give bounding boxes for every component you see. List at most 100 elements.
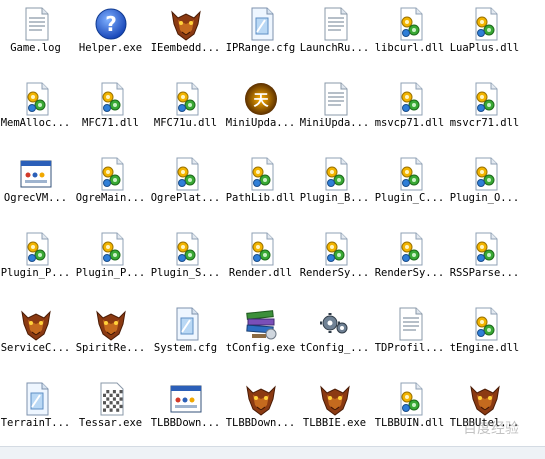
file-item[interactable]: msvcr71.dll xyxy=(447,79,522,154)
file-item[interactable]: TDProfil... xyxy=(372,304,447,379)
file-item[interactable]: Tessar.exe xyxy=(73,379,148,454)
file-item[interactable]: TLBBIE.exe xyxy=(297,379,372,454)
dll-file-icon xyxy=(93,231,129,267)
file-name-label: MFC71u.dll xyxy=(153,117,218,129)
file-item[interactable]: TLBBDown... xyxy=(223,379,298,454)
dragon-head-icon xyxy=(18,306,54,342)
file-icon-grid: Game.log? Helper.exe IEembedd... IPRange.cf… xyxy=(0,0,545,458)
file-name-label: Plugin_P... xyxy=(75,267,146,279)
file-item[interactable]: MiniUpda... xyxy=(297,79,372,154)
file-name-label: MiniUpda... xyxy=(225,117,296,129)
file-name-label: OgrePlat... xyxy=(150,192,221,204)
file-item[interactable]: ServiceC... xyxy=(0,304,73,379)
file-name-label: libcurl.dll xyxy=(374,42,445,54)
file-item[interactable]: LuaPlus.dll xyxy=(447,4,522,79)
dll-file-icon xyxy=(392,156,428,192)
file-item[interactable]: MemAlloc... xyxy=(0,79,73,154)
file-item[interactable]: tConfig.exe xyxy=(223,304,298,379)
file-item[interactable]: MFC71u.dll xyxy=(148,79,223,154)
file-name-label: TLBBUIN.dll xyxy=(374,417,445,429)
file-item[interactable]: RSSParse... xyxy=(447,229,522,304)
file-item[interactable]: tConfig_... xyxy=(297,304,372,379)
file-item[interactable]: PathLib.dll xyxy=(223,154,298,229)
file-item[interactable]: OgreMain... xyxy=(73,154,148,229)
dll-file-icon xyxy=(317,156,353,192)
file-name-label: IEembedd... xyxy=(150,42,221,54)
help-icon: ? xyxy=(93,6,129,42)
dll-file-icon xyxy=(168,81,204,117)
file-item[interactable]: RenderSy... xyxy=(372,229,447,304)
file-name-label: PathLib.dll xyxy=(225,192,296,204)
file-item[interactable]: IPRange.cfg xyxy=(223,4,298,79)
file-item[interactable]: TLBBUtel... xyxy=(447,379,522,454)
text-file-icon xyxy=(392,306,428,342)
file-item[interactable]: tEngine.dll xyxy=(447,304,522,379)
file-item[interactable]: 天 MiniUpda... xyxy=(223,79,298,154)
file-item[interactable]: Render.dll xyxy=(223,229,298,304)
file-name-label: Plugin_P... xyxy=(0,267,71,279)
file-item[interactable]: MFC71.dll xyxy=(73,79,148,154)
file-item[interactable]: Plugin_P... xyxy=(73,229,148,304)
file-item[interactable]: LaunchRu... xyxy=(297,4,372,79)
file-name-label: MFC71.dll xyxy=(82,117,139,129)
dll-file-icon xyxy=(168,156,204,192)
text-file-icon xyxy=(317,6,353,42)
gears-icon xyxy=(317,306,353,342)
file-item[interactable]: TLBBDown... xyxy=(148,379,223,454)
dll-file-icon xyxy=(392,231,428,267)
dll-file-icon xyxy=(93,156,129,192)
tessar-grid-icon xyxy=(93,381,129,417)
dll-file-icon xyxy=(467,231,503,267)
config-file-icon xyxy=(243,6,279,42)
file-name-label: TDProfil... xyxy=(374,342,445,354)
dragon-head-icon xyxy=(168,6,204,42)
file-name-label: Plugin_O... xyxy=(449,192,520,204)
game-logo-icon: 天 xyxy=(243,81,279,117)
dll-file-icon xyxy=(18,81,54,117)
file-name-label: Game.log xyxy=(10,42,61,54)
file-item[interactable]: Plugin_C... xyxy=(372,154,447,229)
file-item[interactable]: OgrecVM... xyxy=(0,154,73,229)
file-name-label: IPRange.cfg xyxy=(225,42,296,54)
horizontal-scrollbar[interactable] xyxy=(0,446,545,459)
svg-text:天: 天 xyxy=(253,91,269,109)
file-name-label: TerrainT... xyxy=(0,417,71,429)
file-name-label: TLBBDown... xyxy=(150,417,221,429)
dll-file-icon xyxy=(392,81,428,117)
file-item[interactable]: Plugin_S... xyxy=(148,229,223,304)
file-item[interactable]: SpiritRe... xyxy=(73,304,148,379)
text-file-icon xyxy=(18,6,54,42)
file-item[interactable]: RenderSy... xyxy=(297,229,372,304)
dragon-head-icon xyxy=(243,381,279,417)
file-item[interactable]: TLBBUIN.dll xyxy=(372,379,447,454)
file-name-label: MiniUpda... xyxy=(299,117,370,129)
dll-file-icon xyxy=(392,6,428,42)
file-name-label: Plugin_C... xyxy=(374,192,445,204)
file-item[interactable]: Plugin_O... xyxy=(447,154,522,229)
file-name-label: LuaPlus.dll xyxy=(449,42,520,54)
file-item[interactable]: libcurl.dll xyxy=(372,4,447,79)
file-item[interactable]: IEembedd... xyxy=(148,4,223,79)
dll-file-icon xyxy=(392,381,428,417)
file-name-label: tConfig.exe xyxy=(225,342,296,354)
file-item[interactable]: TerrainT... xyxy=(0,379,73,454)
dll-file-icon xyxy=(467,156,503,192)
dll-file-icon xyxy=(467,81,503,117)
file-item[interactable]: msvcp71.dll xyxy=(372,79,447,154)
dll-file-icon xyxy=(243,156,279,192)
dll-file-icon xyxy=(93,81,129,117)
file-name-label: tConfig_... xyxy=(299,342,370,354)
application-window-icon xyxy=(18,156,54,192)
file-name-label: Tessar.exe xyxy=(78,417,143,429)
file-item[interactable]: Plugin_B... xyxy=(297,154,372,229)
file-name-label: MemAlloc... xyxy=(0,117,71,129)
file-item[interactable]: System.cfg xyxy=(148,304,223,379)
file-name-label: Helper.exe xyxy=(78,42,143,54)
file-name-label: OgrecVM... xyxy=(3,192,68,204)
file-item[interactable]: ? Helper.exe xyxy=(73,4,148,79)
file-item[interactable]: Game.log xyxy=(0,4,73,79)
file-item[interactable]: OgrePlat... xyxy=(148,154,223,229)
file-item[interactable]: Plugin_P... xyxy=(0,229,73,304)
dragon-head-icon xyxy=(317,381,353,417)
dll-file-icon xyxy=(317,231,353,267)
